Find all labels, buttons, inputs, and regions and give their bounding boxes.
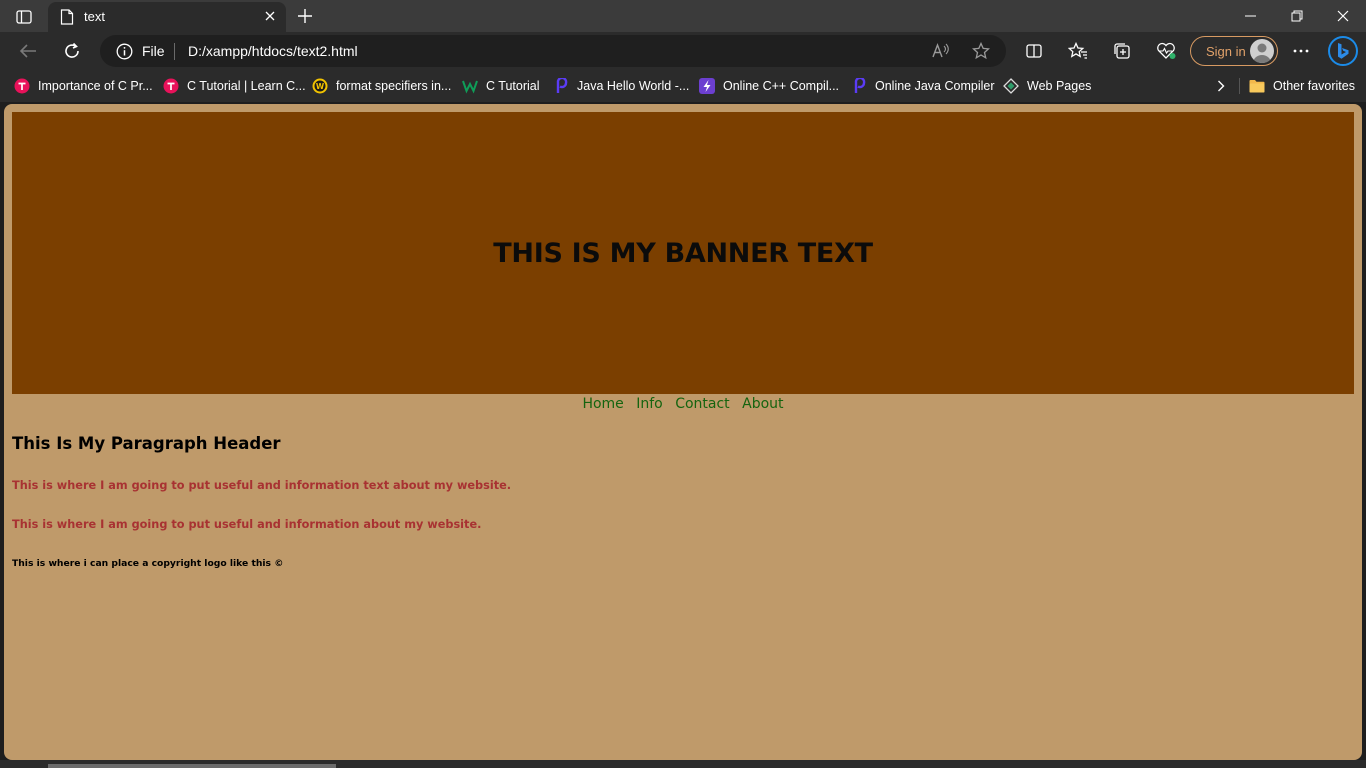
url-scheme-label: File [142,43,165,59]
avatar [1250,39,1274,63]
bookmark-item[interactable]: Web Pages [1003,77,1091,95]
close-tab-icon[interactable] [262,8,278,24]
nav-link-home[interactable]: Home [582,396,623,412]
bookmark-item[interactable]: Online C++ Compil... [699,77,839,95]
bing-copilot-icon[interactable] [1328,36,1358,66]
paragraph-text: This is where I am going to put useful a… [12,479,512,492]
address-divider [174,43,175,60]
nav-menu: Home Info Contact About [4,395,1362,413]
restore-icon[interactable] [1274,0,1320,32]
programiz-icon [851,78,867,94]
close-window-icon[interactable] [1320,0,1366,32]
bookmark-item[interactable]: C Tutorial | Learn C... [163,77,306,95]
favorites-bar: Importance of C Pr... C Tutorial | Learn… [0,70,1366,102]
bookmark-label: Java Hello World -... [577,79,690,93]
bookmark-item[interactable]: C Tutorial [462,77,540,95]
address-bar[interactable]: File D:/xampp/htdocs/text2.html [100,35,1006,67]
paragraph-text: This is where I am going to put useful a… [12,518,482,531]
programiz-icon [553,78,569,94]
paragraph-header: This Is My Paragraph Header [12,434,281,453]
favorite-star-icon[interactable] [971,41,991,61]
more-options-icon[interactable] [1286,36,1316,66]
browser-essentials-icon[interactable] [1151,36,1181,66]
refresh-icon[interactable] [57,36,87,66]
tab-strip: text [0,0,1366,32]
bookmark-label: Online C++ Compil... [723,79,840,93]
read-aloud-icon[interactable] [931,41,951,61]
bookmark-item[interactable]: W format specifiers in... [312,77,451,95]
favorites-icon[interactable] [1063,36,1093,66]
w3-icon: W [312,78,328,94]
copyright-text: This is where i can place a copyright lo… [12,558,284,569]
back-icon[interactable] [13,36,43,66]
tpoint-icon [163,78,179,94]
browser-toolbar: File D:/xampp/htdocs/text2.html Sign in [0,32,1366,70]
nav-link-contact[interactable]: Contact [675,396,729,412]
bookmark-label: Online Java Compiler [875,79,995,93]
page-viewport: THIS IS MY BANNER TEXT Home Info Contact… [4,104,1362,760]
svg-text:W: W [316,82,325,91]
bookmark-label: C Tutorial | Learn C... [187,79,306,93]
bookmark-label: format specifiers in... [336,79,452,93]
nav-link-info[interactable]: Info [636,396,663,412]
sign-in-button[interactable]: Sign in [1190,36,1278,66]
minimize-icon[interactable] [1228,0,1274,32]
sign-in-label: Sign in [1206,44,1246,59]
collections-icon[interactable] [1107,36,1137,66]
tab-title: text [84,9,105,24]
horizontal-scrollbar[interactable] [48,764,336,768]
nav-link-about[interactable]: About [742,396,783,412]
bolt-icon [699,78,715,94]
tab-actions-icon[interactable] [10,6,38,28]
split-screen-icon[interactable] [1019,36,1049,66]
bookmark-item[interactable]: Java Hello World -... [553,77,689,95]
w-icon [462,78,478,94]
bookmark-label: C Tutorial [486,79,540,93]
bookmark-label: Web Pages [1027,79,1092,93]
new-tab-icon[interactable] [294,5,316,27]
banner-text: THIS IS MY BANNER TEXT [493,237,873,269]
info-icon[interactable] [116,43,133,60]
page-icon [60,9,74,25]
bookmark-label: Importance of C Pr... [38,79,153,93]
active-tab[interactable]: text [48,2,286,32]
favorites-divider [1239,78,1240,94]
webpage-icon [1003,78,1019,94]
banner: THIS IS MY BANNER TEXT [12,112,1354,394]
other-favorites[interactable]: Other favorites [1249,77,1355,95]
url-text[interactable]: D:/xampp/htdocs/text2.html [188,43,358,59]
other-favorites-label: Other favorites [1273,79,1355,93]
tpoint-icon [14,78,30,94]
folder-icon [1249,78,1265,94]
bookmark-item[interactable]: Importance of C Pr... [14,77,153,95]
bookmark-item[interactable]: Online Java Compiler [851,77,995,95]
chevron-right-icon[interactable] [1212,77,1230,95]
